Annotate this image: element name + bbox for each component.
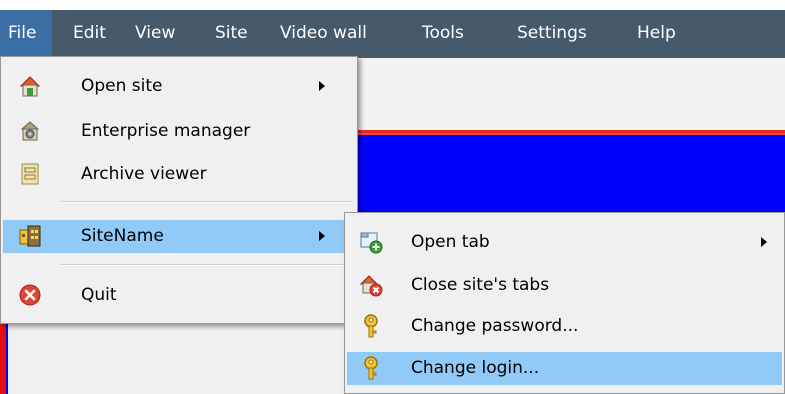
menu-video-wall[interactable]: Video wall: [280, 10, 367, 58]
menu-item-change-password[interactable]: Change password...: [347, 310, 782, 343]
menu-separator: [61, 264, 353, 266]
file-menu: Open site Enterprise manager Archive vie…: [0, 56, 358, 324]
house-icon: [19, 76, 41, 97]
menu-item-enterprise-manager[interactable]: Enterprise manager: [3, 115, 355, 148]
key-icon: [364, 356, 378, 380]
menu-item-open-site[interactable]: Open site: [3, 70, 355, 103]
menu-item-open-tab[interactable]: Open tab: [347, 226, 782, 259]
menu-separator: [61, 201, 353, 203]
menu-item-archive-viewer[interactable]: Archive viewer: [3, 158, 355, 191]
submenu-arrow-icon: [319, 231, 325, 241]
quit-icon: [19, 284, 41, 306]
quit-label: Quit: [81, 285, 117, 305]
menu-view[interactable]: View: [135, 10, 175, 58]
open-site-label: Open site: [81, 76, 163, 96]
menu-help[interactable]: Help: [637, 10, 676, 58]
menu-site[interactable]: Site: [215, 10, 248, 58]
open-tab-icon: [360, 232, 383, 254]
enterprise-manager-label: Enterprise manager: [81, 121, 251, 141]
menu-file[interactable]: File: [0, 10, 52, 58]
menubar: File Edit View Site Video wall Tools Set…: [0, 0, 785, 58]
change-password-label: Change password...: [411, 316, 579, 336]
open-tab-label: Open tab: [411, 232, 490, 252]
close-sites-tabs-label: Close site's tabs: [411, 275, 550, 295]
menu-item-change-login[interactable]: Change login...: [347, 352, 782, 385]
site-submenu: Open tab Close site's tabs Change passwo…: [344, 212, 785, 394]
menu-edit[interactable]: Edit: [73, 10, 106, 58]
submenu-arrow-icon: [319, 81, 325, 91]
archive-icon: [21, 163, 39, 185]
menu-item-close-sites-tabs[interactable]: Close site's tabs: [347, 269, 782, 302]
sitename-label: SiteName: [81, 226, 164, 246]
menu-item-quit[interactable]: Quit: [3, 279, 355, 312]
change-login-label: Change login...: [411, 358, 540, 378]
archive-viewer-label: Archive viewer: [81, 164, 207, 184]
menu-settings[interactable]: Settings: [517, 10, 587, 58]
menu-item-sitename[interactable]: SiteName: [3, 220, 355, 253]
menu-tools[interactable]: Tools: [422, 10, 464, 58]
submenu-arrow-icon: [761, 237, 767, 247]
key-icon: [364, 314, 378, 338]
close-tabs-icon: [359, 275, 383, 297]
enterprise-icon: [20, 121, 40, 141]
panel-area: [8, 322, 348, 394]
site-icon: [19, 225, 41, 247]
